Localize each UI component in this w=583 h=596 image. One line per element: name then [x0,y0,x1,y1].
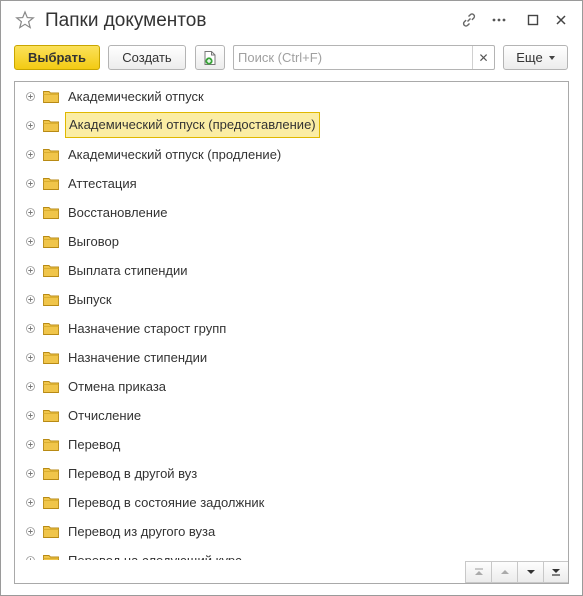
expand-plus-icon[interactable] [26,411,35,420]
folder-icon [43,381,59,393]
tree-row-label: Перевод на следующий курс [68,552,242,560]
last-page-icon [552,569,560,576]
folder-icon [43,91,59,103]
folder-icon [43,526,59,538]
tree-row-label: Восстановление [68,205,168,220]
tree-row[interactable]: Академический отпуск (продление) [15,140,568,169]
list-navigation [465,561,568,583]
expand-plus-icon[interactable] [26,121,35,130]
clear-search-icon[interactable]: ✕ [472,46,494,69]
folder-tree[interactable]: Академический отпуск Академический отпуск… [14,81,569,584]
form-window: Папки документов Выбрать Создать Поиск (… [0,0,583,596]
chevron-down-icon [548,55,555,60]
expand-plus-icon[interactable] [26,208,35,217]
tree-row[interactable]: Перевод в состояние задолжник [15,488,568,517]
scroll-to-bottom-button[interactable] [543,561,568,583]
tree-row[interactable]: Перевод на следующий курс [15,546,568,560]
title-bar: Папки документов [1,1,582,41]
folder-icon [43,439,59,451]
folder-icon [43,120,59,132]
folder-icon [43,497,59,509]
tree-row[interactable]: Академический отпуск (предоставление) [15,111,568,140]
expand-plus-icon[interactable] [26,237,35,246]
tree-row[interactable]: Отмена приказа [15,372,568,401]
create-folder-button[interactable] [195,45,225,70]
search-input[interactable] [234,46,472,69]
tree-row-label: Академический отпуск [68,89,204,104]
folder-icon [43,323,59,335]
chevron-down-icon [526,570,535,574]
expand-plus-icon[interactable] [26,295,35,304]
folder-tree-rows: Академический отпуск Академический отпуск… [15,82,568,560]
tree-row-label: Выпуск [68,292,112,307]
command-bar: Выбрать Создать ✕ Еще [1,43,582,73]
more-button-label: Еще [516,50,543,65]
folder-icon [43,207,59,219]
more-actions-icon[interactable] [490,11,508,29]
tree-row-label: Выговор [68,234,119,249]
folder-icon [43,468,59,480]
new-document-icon [204,50,216,65]
close-icon[interactable] [552,11,570,29]
tree-row[interactable]: Перевод [15,430,568,459]
tree-row-label: Перевод в состояние задолжник [68,495,265,510]
tree-row-label: Назначение старост групп [68,321,227,336]
folder-icon [43,265,59,277]
expand-plus-icon[interactable] [26,150,35,159]
tree-row[interactable]: Выпуск [15,285,568,314]
scroll-down-button[interactable] [517,561,543,583]
tree-row-label: Выплата стипендии [68,263,188,278]
expand-plus-icon[interactable] [26,440,35,449]
tree-row-label: Отчисление [68,408,142,423]
create-button[interactable]: Создать [108,45,186,70]
expand-plus-icon[interactable] [26,469,35,478]
tree-row[interactable]: Выплата стипендии [15,256,568,285]
folder-icon [43,178,59,190]
tree-row-label: Аттестация [68,176,137,191]
search-field: ✕ [233,45,495,70]
folder-icon [43,555,59,560]
expand-plus-icon[interactable] [26,353,35,362]
favorite-star-icon[interactable] [15,10,35,30]
tree-row[interactable]: Выговор [15,227,568,256]
folder-icon [43,294,59,306]
tree-row[interactable]: Аттестация [15,169,568,198]
select-button[interactable]: Выбрать [14,45,100,70]
tree-row-label: Перевод [68,437,121,452]
maximize-icon[interactable] [524,11,542,29]
first-page-icon [474,568,483,575]
tree-row[interactable]: Академический отпуск [15,82,568,111]
tree-row[interactable]: Восстановление [15,198,568,227]
expand-plus-icon[interactable] [26,92,35,101]
expand-plus-icon[interactable] [26,498,35,507]
tree-row-label: Назначение стипендии [68,350,208,365]
expand-plus-icon[interactable] [26,556,35,560]
tree-row[interactable]: Назначение старост групп [15,314,568,343]
tree-row-label: Перевод из другого вуза [68,524,216,539]
tree-row[interactable]: Перевод из другого вуза [15,517,568,546]
tree-row[interactable]: Перевод в другой вуз [15,459,568,488]
tree-row[interactable]: Назначение стипендии [15,343,568,372]
tree-row[interactable]: Отчисление [15,401,568,430]
more-button[interactable]: Еще [503,45,568,70]
tree-row-label: Академический отпуск (продление) [68,147,282,162]
expand-plus-icon[interactable] [26,527,35,536]
expand-plus-icon[interactable] [26,324,35,333]
tree-row-label: Отмена приказа [68,379,167,394]
chevron-up-icon [500,570,509,574]
expand-plus-icon[interactable] [26,179,35,188]
folder-icon [43,352,59,364]
scroll-to-top-button[interactable] [465,561,491,583]
scroll-up-button[interactable] [491,561,517,583]
expand-plus-icon[interactable] [26,266,35,275]
folder-icon [43,149,59,161]
link-icon[interactable] [460,11,478,29]
tree-row-label: Академический отпуск (предоставление) [65,112,320,138]
window-title: Папки документов [45,10,207,31]
expand-plus-icon[interactable] [26,382,35,391]
tree-row-label: Перевод в другой вуз [68,466,198,481]
folder-icon [43,236,59,248]
folder-icon [43,410,59,422]
